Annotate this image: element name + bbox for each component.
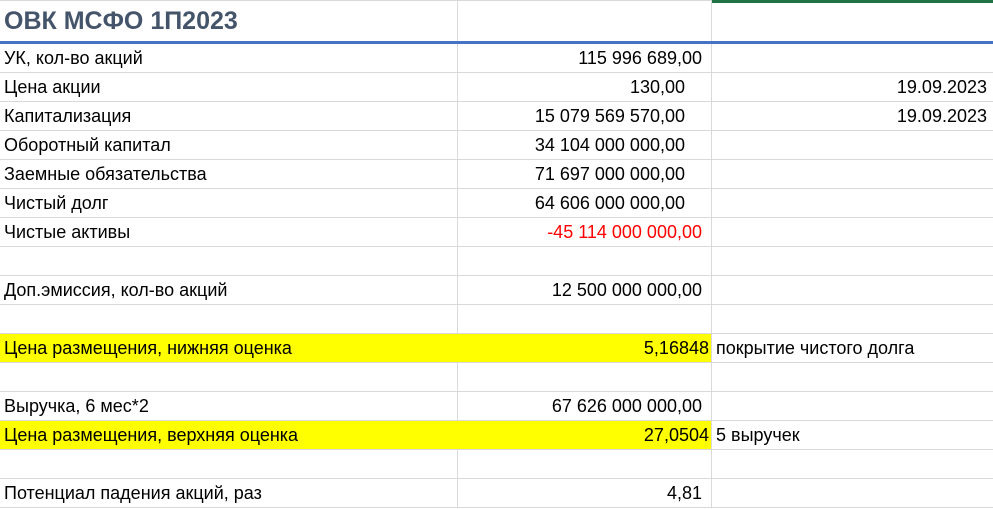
row-shares: УК, кол-во акций 115 996 689,00	[0, 44, 993, 73]
value-cell[interactable]	[458, 247, 712, 275]
row-empty	[0, 305, 993, 334]
row-net-assets: Чистые активы -45 114 000 000,00	[0, 218, 993, 247]
note-cell[interactable]	[712, 392, 993, 420]
label-cell[interactable]: Потенциал падения акций, раз	[0, 479, 458, 507]
note-cell[interactable]	[712, 305, 993, 333]
note-cell[interactable]	[712, 218, 993, 246]
label-cell[interactable]: Доп.эмиссия, кол-во акций	[0, 276, 458, 304]
row-net-debt: Чистый долг 64 606 000 000,00	[0, 189, 993, 218]
row-placement-price-high: Цена размещения, верхняя оценка 27,0504 …	[0, 421, 993, 450]
label-cell[interactable]: Чистые активы	[0, 218, 458, 246]
value-cell[interactable]: 115 996 689,00	[458, 44, 712, 72]
row-placement-price-low: Цена размещения, нижняя оценка 5,16848 п…	[0, 334, 993, 363]
value-cell-negative[interactable]: -45 114 000 000,00	[458, 218, 712, 246]
note-cell[interactable]: 19.09.2023	[712, 102, 993, 130]
label-cell[interactable]: Капитализация	[0, 102, 458, 130]
label-cell[interactable]: Цена акции	[0, 73, 458, 101]
label-cell[interactable]	[0, 305, 458, 333]
note-cell[interactable]	[712, 131, 993, 159]
label-cell[interactable]: Оборотный капитал	[0, 131, 458, 159]
note-cell[interactable]	[712, 276, 993, 304]
note-cell[interactable]	[712, 450, 993, 478]
row-empty	[0, 450, 993, 479]
row-downside-potential: Потенциал падения акций, раз 4,81	[0, 479, 993, 508]
row-empty	[0, 247, 993, 276]
label-cell[interactable]	[0, 363, 458, 391]
value-cell[interactable]: 4,81	[458, 479, 712, 507]
note-cell[interactable]: 5 выручек	[712, 421, 993, 449]
value-cell[interactable]: 34 104 000 000,00	[458, 131, 712, 159]
title-cell[interactable]: ОВК МСФО 1П2023	[0, 1, 458, 41]
note-cell[interactable]	[712, 44, 993, 72]
label-cell[interactable]: Заемные обязательства	[0, 160, 458, 188]
label-cell[interactable]	[0, 247, 458, 275]
spreadsheet-grid: ОВК МСФО 1П2023 УК, кол-во акций 115 996…	[0, 0, 993, 508]
value-cell[interactable]	[458, 450, 712, 478]
selected-cell-border	[712, 0, 993, 3]
label-cell-highlighted[interactable]: Цена размещения, нижняя оценка	[0, 334, 458, 362]
cell-c-selected[interactable]	[712, 1, 993, 41]
note-cell[interactable]	[712, 160, 993, 188]
label-cell[interactable]: Чистый долг	[0, 189, 458, 217]
value-cell[interactable]: 64 606 000 000,00	[458, 189, 712, 217]
row-borrowings: Заемные обязательства 71 697 000 000,00	[0, 160, 993, 189]
title-row: ОВК МСФО 1П2023	[0, 0, 993, 44]
note-cell[interactable]	[712, 479, 993, 507]
value-cell[interactable]: 15 079 569 570,00	[458, 102, 712, 130]
value-cell[interactable]: 12 500 000 000,00	[458, 276, 712, 304]
value-cell-highlighted[interactable]: 27,0504	[458, 421, 712, 449]
row-price: Цена акции 130,00 19.09.2023	[0, 73, 993, 102]
row-additional-issue: Доп.эмиссия, кол-во акций 12 500 000 000…	[0, 276, 993, 305]
row-revenue: Выручка, 6 мес*2 67 626 000 000,00	[0, 392, 993, 421]
label-cell-highlighted[interactable]: Цена размещения, верхняя оценка	[0, 421, 458, 449]
note-cell[interactable]: покрытие чистого долга	[712, 334, 993, 362]
row-empty	[0, 363, 993, 392]
value-cell[interactable]: 67 626 000 000,00	[458, 392, 712, 420]
note-cell[interactable]: 19.09.2023	[712, 73, 993, 101]
note-cell[interactable]	[712, 363, 993, 391]
label-cell[interactable]	[0, 450, 458, 478]
note-cell[interactable]	[712, 189, 993, 217]
value-cell[interactable]: 71 697 000 000,00	[458, 160, 712, 188]
label-cell[interactable]: Выручка, 6 мес*2	[0, 392, 458, 420]
value-cell[interactable]	[458, 305, 712, 333]
value-cell[interactable]: 130,00	[458, 73, 712, 101]
cell-b[interactable]	[458, 1, 712, 41]
row-capitalization: Капитализация 15 079 569 570,00 19.09.20…	[0, 102, 993, 131]
note-cell[interactable]	[712, 247, 993, 275]
label-cell[interactable]: УК, кол-во акций	[0, 44, 458, 72]
value-cell[interactable]	[458, 363, 712, 391]
row-working-capital: Оборотный капитал 34 104 000 000,00	[0, 131, 993, 160]
value-cell-highlighted[interactable]: 5,16848	[458, 334, 712, 362]
